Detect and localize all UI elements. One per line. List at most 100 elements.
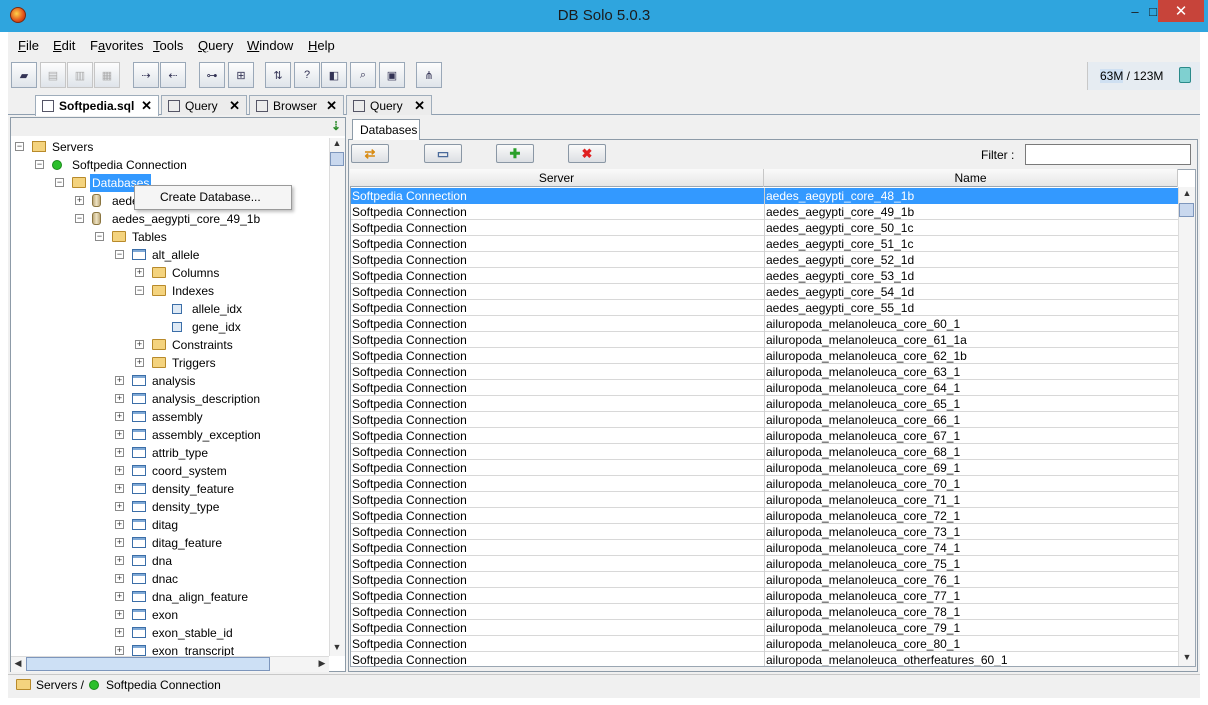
tab-query-3[interactable]: Query ✕ xyxy=(346,95,432,115)
breadcrumb-connection[interactable]: Softpedia Connection xyxy=(106,678,221,692)
delete-button[interactable]: ✖ xyxy=(568,144,606,163)
tree-node[interactable]: + dna xyxy=(11,552,329,570)
table-row[interactable]: Softpedia Connection ailuropoda_melanoleu… xyxy=(351,524,1178,540)
expand-icon[interactable]: + xyxy=(75,196,84,205)
report-button[interactable]: ▣ xyxy=(379,62,405,88)
scroll-up-arrow[interactable]: ▲ xyxy=(1180,188,1194,198)
table-row[interactable]: Softpedia Connection ailuropoda_melanoleu… xyxy=(351,652,1178,666)
table-row[interactable]: Softpedia Connection ailuropoda_melanoleu… xyxy=(351,604,1178,620)
table-row[interactable]: Softpedia Connection ailuropoda_melanoleu… xyxy=(351,380,1178,396)
tree-node[interactable]: + assembly_exception xyxy=(11,426,329,444)
expand-icon[interactable]: + xyxy=(115,430,124,439)
expand-icon[interactable]: + xyxy=(135,268,144,277)
table-row[interactable]: Softpedia Connection ailuropoda_melanoleu… xyxy=(351,316,1178,332)
menu-item-4[interactable]: Query xyxy=(198,38,233,53)
help-query-button[interactable]: ? xyxy=(294,62,320,88)
tree-vertical-scrollbar[interactable]: ▲ ▼ xyxy=(329,138,345,656)
scroll-down-arrow[interactable]: ▼ xyxy=(330,642,344,652)
add-button[interactable]: ✚ xyxy=(496,144,534,163)
menu-item-6[interactable]: Help xyxy=(308,38,335,53)
object-tree[interactable]: − Servers − Softpedia Connection − Databases +… xyxy=(11,138,329,656)
tab-query-1[interactable]: Query ✕ xyxy=(161,95,247,115)
tree-node[interactable]: − Servers xyxy=(11,138,329,156)
tree-node[interactable]: + ditag_feature xyxy=(11,534,329,552)
collapse-icon[interactable]: − xyxy=(35,160,44,169)
table-row[interactable]: Softpedia Connection ailuropoda_melanoleu… xyxy=(351,428,1178,444)
table-row[interactable]: Softpedia Connection ailuropoda_melanoleu… xyxy=(351,556,1178,572)
scroll-up-arrow[interactable]: ▲ xyxy=(330,138,344,148)
expand-icon[interactable]: + xyxy=(115,394,124,403)
table-row[interactable]: Softpedia Connection aedes_aegypti_core_4… xyxy=(351,204,1178,220)
tree-node[interactable]: + density_feature xyxy=(11,480,329,498)
tree-node[interactable]: + assembly xyxy=(11,408,329,426)
menu-item-3[interactable]: Tools xyxy=(153,38,183,53)
scroll-down-arrow[interactable]: ▼ xyxy=(1180,652,1194,662)
expand-icon[interactable]: + xyxy=(115,376,124,385)
table-row[interactable]: Softpedia Connection ailuropoda_melanoleu… xyxy=(351,540,1178,556)
table-row[interactable]: Softpedia Connection ailuropoda_melanoleu… xyxy=(351,636,1178,652)
table-row[interactable]: Softpedia Connection aedes_aegypti_core_5… xyxy=(351,236,1178,252)
garbage-collect-icon[interactable] xyxy=(1179,67,1191,83)
tree-node[interactable]: + analysis xyxy=(11,372,329,390)
disconnect-button[interactable]: ⇠ xyxy=(160,62,186,88)
table-row[interactable]: Softpedia Connection ailuropoda_melanoleu… xyxy=(351,572,1178,588)
close-button[interactable]: ✕ xyxy=(1158,0,1204,22)
table-row[interactable]: Softpedia Connection ailuropoda_melanoleu… xyxy=(351,508,1178,524)
table-row[interactable]: Softpedia Connection aedes_aegypti_core_5… xyxy=(351,268,1178,284)
tree-node[interactable]: + exon xyxy=(11,606,329,624)
table-row[interactable]: Softpedia Connection ailuropoda_melanoleu… xyxy=(351,492,1178,508)
collapse-icon[interactable]: − xyxy=(75,214,84,223)
maximize-button[interactable]: □ xyxy=(1149,0,1157,22)
tree-node[interactable]: + exon_transcript xyxy=(11,642,329,656)
search-button[interactable]: ⌕ xyxy=(350,62,376,88)
table-row[interactable]: Softpedia Connection ailuropoda_melanoleu… xyxy=(351,476,1178,492)
table-row[interactable]: Softpedia Connection ailuropoda_melanoleu… xyxy=(351,412,1178,428)
table-row[interactable]: Softpedia Connection ailuropoda_melanoleu… xyxy=(351,396,1178,412)
tab-databases[interactable]: Databases xyxy=(352,119,420,140)
menu-item-5[interactable]: Window xyxy=(247,38,293,53)
scroll-right-arrow[interactable]: ▶ xyxy=(315,658,329,669)
collapse-icon[interactable]: − xyxy=(115,250,124,259)
column-header-name[interactable]: Name xyxy=(764,169,1178,187)
save-as-button[interactable]: ▦ xyxy=(94,62,120,88)
object-button[interactable]: ◧ xyxy=(321,62,347,88)
save-button[interactable]: ▥ xyxy=(67,62,93,88)
table-row[interactable]: Softpedia Connection ailuropoda_melanoleu… xyxy=(351,444,1178,460)
menu-item-1[interactable]: Edit xyxy=(53,38,75,53)
expand-icon[interactable]: + xyxy=(135,358,144,367)
expand-icon[interactable]: + xyxy=(115,556,124,565)
tree-node[interactable]: + dna_align_feature xyxy=(11,588,329,606)
column-header-server[interactable]: Server xyxy=(350,169,764,187)
expand-icon[interactable]: + xyxy=(115,520,124,529)
menu-item-0[interactable]: File xyxy=(18,38,39,53)
collapse-icon[interactable]: − xyxy=(55,178,64,187)
expand-icon[interactable]: + xyxy=(135,340,144,349)
tree-node[interactable]: + coord_system xyxy=(11,462,329,480)
tree-node[interactable]: + exon_stable_id xyxy=(11,624,329,642)
expand-icon[interactable]: + xyxy=(115,646,124,655)
tree-node[interactable]: + ditag xyxy=(11,516,329,534)
sync-icon[interactable]: ⇣ xyxy=(331,119,341,133)
create-database-menu-item[interactable]: Create Database... xyxy=(160,190,261,204)
open-button[interactable]: ▰ xyxy=(11,62,37,88)
table-row[interactable]: Softpedia Connection ailuropoda_melanoleu… xyxy=(351,348,1178,364)
save-all-button[interactable]: ▤ xyxy=(40,62,66,88)
tree-node[interactable]: + Columns xyxy=(11,264,329,282)
table-row[interactable]: Softpedia Connection ailuropoda_melanoleu… xyxy=(351,332,1178,348)
expand-icon[interactable]: + xyxy=(115,448,124,457)
expand-icon[interactable]: + xyxy=(115,628,124,637)
minimize-button[interactable]: – xyxy=(1121,0,1149,22)
tree-node[interactable]: + density_type xyxy=(11,498,329,516)
expand-icon[interactable]: + xyxy=(115,502,124,511)
print-button[interactable]: ▭ xyxy=(424,144,462,163)
connect-button[interactable]: ⇢ xyxy=(133,62,159,88)
breadcrumb-servers[interactable]: Servers / xyxy=(36,678,84,692)
expand-icon[interactable]: + xyxy=(115,610,124,619)
expand-icon[interactable]: + xyxy=(115,466,124,475)
tree-node[interactable]: + Constraints xyxy=(11,336,329,354)
expand-icon[interactable]: + xyxy=(115,574,124,583)
tab-browser-2[interactable]: Browser ✕ xyxy=(249,95,344,115)
compare-button[interactable]: ⇅ xyxy=(265,62,291,88)
table-row[interactable]: Softpedia Connection aedes_aegypti_core_4… xyxy=(351,188,1178,204)
expand-icon[interactable]: + xyxy=(115,412,124,421)
